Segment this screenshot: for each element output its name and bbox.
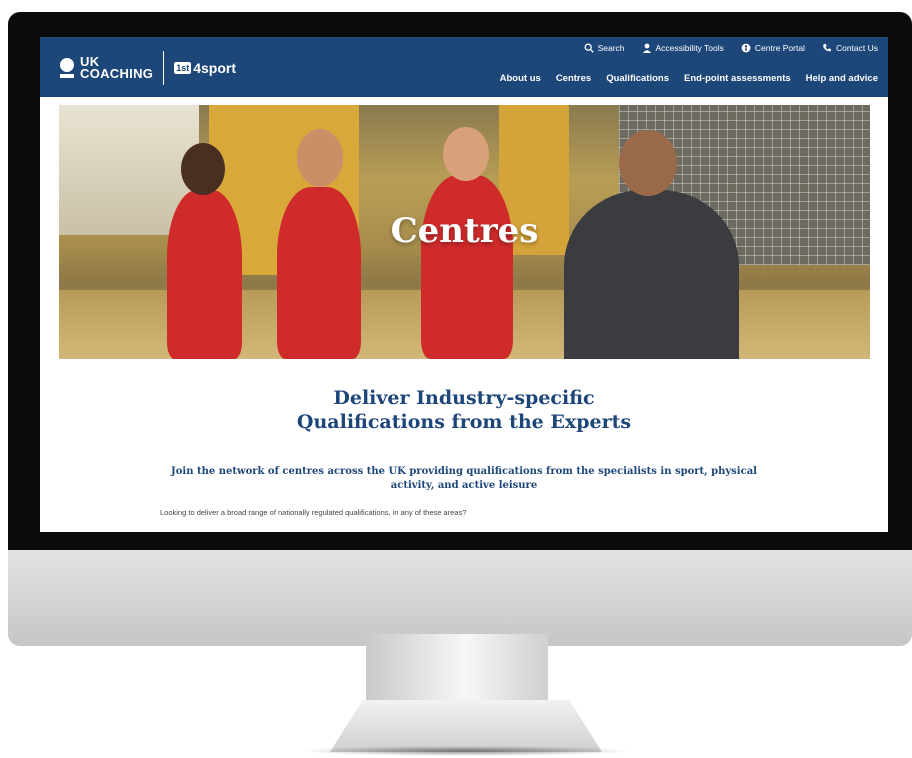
hero-title: Centres xyxy=(390,211,539,251)
monitor: UK COACHING 1st 4sport Search Accessibil… xyxy=(8,12,912,646)
person-icon xyxy=(642,43,651,53)
util-search-label: Search xyxy=(597,43,625,53)
util-contact-link[interactable]: Contact Us xyxy=(822,43,878,53)
search-icon xyxy=(584,43,594,53)
monitor-chin xyxy=(8,550,912,646)
phone-icon xyxy=(823,44,831,52)
hero-banner: Centres xyxy=(59,105,870,359)
page-headline: Deliver Industry-specific Qualifications… xyxy=(40,386,888,434)
uk-coaching-logo-icon xyxy=(60,58,74,78)
site-header: UK COACHING 1st 4sport Search Accessibil… xyxy=(40,37,888,97)
nav-qualifications[interactable]: Qualifications xyxy=(606,73,669,84)
monitor-bezel: UK COACHING 1st 4sport Search Accessibil… xyxy=(8,12,912,550)
main-nav: About us Centres Qualifications End-poin… xyxy=(500,73,878,84)
util-search-link[interactable]: Search xyxy=(584,43,625,53)
util-centre-portal-link[interactable]: Centre Portal xyxy=(741,43,805,53)
util-accessibility-label: Accessibility Tools xyxy=(655,43,724,53)
nav-help-and-advice[interactable]: Help and advice xyxy=(806,73,878,84)
globe-icon xyxy=(741,43,751,53)
site-logo[interactable]: UK COACHING 1st 4sport xyxy=(60,51,236,85)
screen: UK COACHING 1st 4sport Search Accessibil… xyxy=(40,37,888,532)
nav-about-us[interactable]: About us xyxy=(500,73,541,84)
nav-end-point-assessments[interactable]: End-point assessments xyxy=(684,73,791,84)
monitor-stand-base xyxy=(330,700,602,752)
first4sport-badge: 1st xyxy=(174,62,192,74)
intro-paragraph: Looking to deliver a broad range of nati… xyxy=(160,508,467,517)
hero-player xyxy=(421,175,513,359)
page-subheading: Join the network of centres across the U… xyxy=(171,466,757,491)
headline-line2: Qualifications from the Experts xyxy=(296,411,632,433)
util-centre-portal-label: Centre Portal xyxy=(754,43,805,53)
brand-coaching: COACHING xyxy=(80,66,154,81)
util-accessibility-link[interactable]: Accessibility Tools xyxy=(642,43,724,53)
utility-nav: Search Accessibility Tools Centre Portal… xyxy=(584,43,878,53)
first4sport-wordmark: 4sport xyxy=(193,60,236,76)
nav-centres[interactable]: Centres xyxy=(556,73,591,84)
util-contact-label: Contact Us xyxy=(835,43,878,53)
headline-line1: Deliver Industry-specific xyxy=(333,387,595,409)
uk-coaching-wordmark: UK COACHING xyxy=(80,55,154,81)
brand-divider xyxy=(163,51,165,85)
